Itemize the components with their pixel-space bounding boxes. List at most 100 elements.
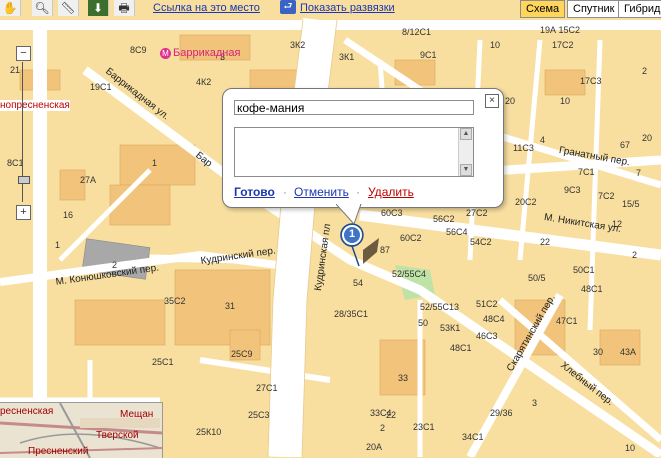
- delete-button[interactable]: Удалить: [368, 185, 414, 199]
- house-number: 4К2: [196, 77, 212, 87]
- placemark-number: 1: [348, 228, 356, 240]
- house-number: 34С1: [462, 432, 484, 442]
- minimap-label: Пресненский: [28, 446, 89, 457]
- house-number: 35С2: [164, 296, 186, 306]
- house-number: 8С9: [130, 45, 147, 55]
- zoom-in-button[interactable]: +: [16, 205, 31, 220]
- placemark-icon[interactable]: [339, 222, 379, 272]
- show-junctions-button[interactable]: Показать развязки: [300, 0, 395, 16]
- house-number: 9С3: [564, 185, 581, 195]
- metro-edge-label: нопресненская: [0, 100, 70, 111]
- house-number: 53К1: [440, 323, 461, 333]
- house-number: 10: [560, 96, 571, 106]
- ruler-icon[interactable]: 📏︎: [58, 0, 79, 16]
- minimap-label: ресненская: [0, 406, 54, 417]
- house-number: 47С1: [556, 316, 578, 326]
- house-number: 27А: [80, 175, 97, 185]
- house-number: 54С2: [470, 237, 492, 247]
- house-number: 25К10: [196, 427, 222, 437]
- house-number: 60С2: [400, 233, 422, 243]
- house-number: 15/5: [622, 199, 640, 209]
- house-number: 4: [540, 135, 546, 145]
- map-toolbar: ✋ 🔍︎ 📏︎ ⬇ 🖶 Ссылка на это место ⮐ Показа…: [0, 0, 661, 18]
- house-number: 46С3: [476, 331, 498, 341]
- house-number: 60С3: [381, 208, 403, 218]
- separator: ·: [356, 185, 360, 199]
- house-number: 3К2: [290, 40, 306, 50]
- house-number: 16: [63, 210, 74, 220]
- house-number: 67: [620, 140, 631, 150]
- house-number: 2: [632, 250, 638, 260]
- house-number: 48С1: [450, 343, 472, 353]
- zoom-control: − +: [16, 46, 32, 220]
- minimap-label: Тверской: [96, 430, 139, 441]
- house-number: 19С1: [90, 82, 112, 92]
- house-number: 25С9: [231, 349, 253, 359]
- house-number: 50: [418, 318, 429, 328]
- house-number: 31: [225, 301, 236, 311]
- junctions-icon[interactable]: ⮐: [280, 0, 296, 14]
- house-number: 7: [636, 168, 642, 178]
- placemark-title-input[interactable]: [234, 100, 474, 115]
- house-number: 10: [625, 443, 636, 453]
- house-number: 3К1: [339, 52, 355, 62]
- zoom-out-button[interactable]: −: [16, 46, 31, 61]
- house-number: 52/55С13: [420, 302, 460, 312]
- layer-hybrid-button[interactable]: Гибрид: [618, 0, 661, 18]
- house-number: 27С2: [466, 208, 488, 218]
- layer-satellite-button[interactable]: Спутник: [567, 0, 621, 18]
- print-icon[interactable]: 🖶: [114, 0, 135, 16]
- cancel-button[interactable]: Отменить: [294, 185, 349, 199]
- house-number: 56С4: [446, 227, 468, 237]
- zoom-slider-handle[interactable]: [18, 176, 30, 184]
- placemark-description-textarea[interactable]: ▲ ▼: [234, 127, 474, 177]
- house-number: 23С1: [413, 422, 435, 432]
- house-number: 56С2: [433, 214, 455, 224]
- close-icon[interactable]: ×: [485, 94, 499, 108]
- house-number: 33: [398, 373, 409, 383]
- house-number: 8/12С1: [402, 27, 432, 37]
- link-here-button[interactable]: Ссылка на это место: [153, 0, 260, 16]
- metro-icon: М: [160, 48, 171, 59]
- house-number: 2: [642, 66, 648, 76]
- house-number: 87: [380, 245, 391, 255]
- scroll-down-icon[interactable]: ▼: [460, 164, 472, 176]
- house-number: 29/36: [490, 408, 513, 418]
- metro-label[interactable]: Баррикадная: [173, 48, 240, 59]
- house-number: 51С2: [476, 299, 498, 309]
- minimap-label: Мещан: [120, 409, 154, 420]
- house-number: 2: [380, 423, 386, 433]
- placemark-tool-icon[interactable]: ⬇: [88, 0, 109, 16]
- house-number: 43А: [620, 347, 637, 357]
- house-number: 3: [532, 398, 538, 408]
- scroll-up-icon[interactable]: ▲: [460, 128, 472, 140]
- house-number: 1: [152, 158, 158, 168]
- house-number: 54: [353, 278, 364, 288]
- house-number: 7С2: [598, 191, 615, 201]
- house-number: 20: [505, 96, 516, 106]
- house-number: 17С2: [552, 40, 574, 50]
- house-number: 10: [490, 40, 501, 50]
- house-number: 22: [386, 410, 397, 420]
- house-number: 52/55С4: [392, 269, 427, 279]
- layer-scheme-button[interactable]: Схема: [520, 0, 566, 18]
- house-number: 19А 15С2: [540, 25, 581, 35]
- scrollbar[interactable]: ▲ ▼: [458, 128, 473, 176]
- house-number: 20: [642, 133, 653, 143]
- done-button[interactable]: Готово: [234, 185, 275, 199]
- magnifier-icon[interactable]: 🔍︎: [32, 0, 53, 16]
- house-number: 25С3: [248, 410, 270, 420]
- map-canvas[interactable]: 8С9 3К2 3К1 8/12С1 9С1 10 19А 15С2 17С2 …: [0, 0, 661, 457]
- house-number: 28/35С1: [334, 309, 369, 319]
- house-number: 20С2: [515, 197, 537, 207]
- house-number: 11С3: [513, 143, 534, 153]
- hand-tool-icon[interactable]: ✋: [0, 0, 21, 16]
- house-number: 48С1: [581, 284, 603, 294]
- house-number: 30: [593, 347, 604, 357]
- placemark-edit-balloon: × ▲ ▼ Готово · Отменить · Удалить: [222, 88, 504, 208]
- balloon-tail: [336, 204, 362, 224]
- house-number: 50/5: [528, 273, 546, 283]
- overview-minimap[interactable]: Мещан Тверской Пресненский ресненская: [0, 402, 163, 458]
- house-number: 48С4: [483, 314, 505, 324]
- house-number: 25С1: [152, 357, 174, 367]
